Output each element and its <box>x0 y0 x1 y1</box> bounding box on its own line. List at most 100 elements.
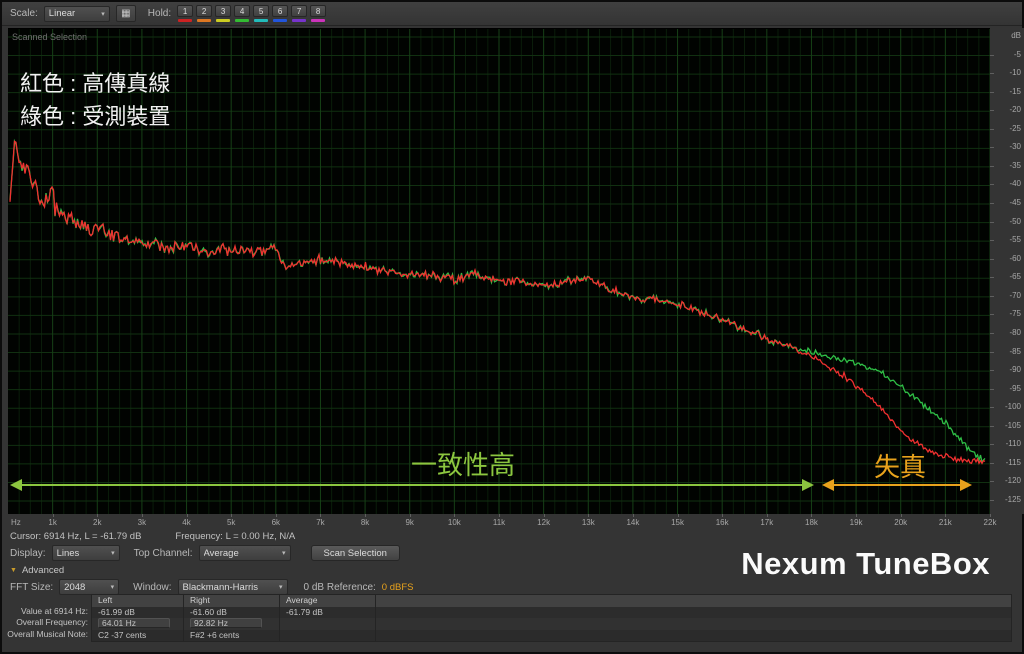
fft-size-dropdown[interactable]: 2048 ▾ <box>59 579 120 595</box>
hold-button-3[interactable]: 3 <box>215 5 232 22</box>
scanned-selection-label: Scanned Selection <box>12 32 87 42</box>
db-tick-label: -125 <box>1004 495 1021 504</box>
spectrum-display[interactable]: 一致性高 失真 紅色 : 高傳真線 綠色 : 受測裝置 Scanned Sele… <box>8 28 990 515</box>
db-tick-label: -50 <box>1009 216 1021 226</box>
display-dropdown[interactable]: Lines ▾ <box>51 545 120 561</box>
db-tick-mark <box>990 462 994 464</box>
status-bar: Cursor: 6914 Hz, L = -61.79 dB Frequency… <box>2 530 1022 543</box>
freq-tick-mark <box>990 514 991 517</box>
freq-tick-label: 16k <box>715 518 729 527</box>
hold-button-7[interactable]: 7 <box>291 5 308 22</box>
toolbar: Scale: Linear ▾ ▦ Hold: 12345678 <box>2 2 1022 26</box>
db-tick-label: -5 <box>1013 49 1021 59</box>
db-tick-mark <box>990 295 994 297</box>
freq-tick-mark <box>231 514 233 517</box>
consistency-label: 一致性高 <box>411 450 515 480</box>
hold-button-4[interactable]: 4 <box>234 5 251 22</box>
db-tick-label: -90 <box>1009 365 1021 375</box>
db-tick-label: -70 <box>1009 290 1021 300</box>
freq-tick-label: 20k <box>894 518 908 527</box>
freq-tick-label: 21k <box>938 518 952 527</box>
reference-value: 0 dBFS <box>381 581 414 593</box>
frequency-average <box>280 618 376 630</box>
freq-tick-mark <box>945 514 947 517</box>
db-tick-label: -35 <box>1009 160 1021 170</box>
red-curve <box>9 140 986 465</box>
green-curve <box>9 138 986 464</box>
freq-tick-label: 8k <box>360 518 370 527</box>
legend-red-label: 紅色 : 高傳真線 <box>20 71 170 96</box>
hold-button-2[interactable]: 2 <box>196 5 213 22</box>
db-tick-label: -105 <box>1004 420 1021 430</box>
frequency-left: 64.01 Hz <box>98 618 170 628</box>
scan-selection-button[interactable]: Scan Selection <box>310 545 400 561</box>
freq-tick-mark <box>811 514 813 517</box>
hold-buttons: 12345678 <box>177 5 327 22</box>
freq-tick-label: 6k <box>271 518 281 527</box>
distortion-label: 失真 <box>874 452 926 482</box>
db-tick-mark <box>990 277 994 279</box>
freq-tick-label: 7k <box>316 518 325 527</box>
spectrum-plot[interactable]: 一致性高 失真 紅色 : 高傳真線 綠色 : 受測裝置 Scanned Sele… <box>8 29 990 515</box>
hold-button-6[interactable]: 6 <box>272 5 289 22</box>
disclosure-triangle-icon: ▼ <box>10 566 17 574</box>
hold-panel-button[interactable]: ▦ <box>115 5 136 22</box>
db-axis: dB -5 -10 -15 -20 -25 -30 -35 -40 -45 -50 -55 -60 -65… <box>990 28 1024 514</box>
row-label-frequency: Overall Frequency: <box>16 617 88 627</box>
db-tick-label: -45 <box>1009 198 1021 208</box>
distortion-arrowhead-right <box>960 479 972 491</box>
grid-icon: ▦ <box>121 8 131 19</box>
col-header-average: Average <box>280 595 376 607</box>
freq-tick-mark <box>588 514 590 517</box>
window-dropdown[interactable]: Blackmann-Harris ▾ <box>177 579 288 595</box>
table-row: -61.99 dB -61.60 dB -61.79 dB <box>92 606 1011 618</box>
db-tick-mark <box>990 258 994 260</box>
frequency-right: 92.82 Hz <box>190 618 262 628</box>
db-tick-mark <box>990 165 994 167</box>
frequency-readout: Frequency: L = 0.00 Hz, N/A <box>175 531 296 542</box>
db-tick-label: -110 <box>1005 439 1021 449</box>
db-tick-label: -30 <box>1009 142 1021 152</box>
hold-button-8[interactable]: 8 <box>310 5 327 22</box>
dropdown-arrow-icon: ▾ <box>279 584 283 591</box>
db-tick-label: -60 <box>1009 253 1021 263</box>
grid-lines <box>8 29 990 515</box>
db-tick-mark <box>990 370 994 372</box>
top-channel-dropdown[interactable]: Average ▾ <box>198 545 291 561</box>
reference-label: 0 dB Reference: <box>303 581 376 593</box>
freq-tick-mark <box>141 514 143 517</box>
scale-dropdown[interactable]: Linear ▾ <box>43 5 110 22</box>
db-tick-label: dB <box>1011 31 1021 40</box>
freq-tick-mark <box>275 514 277 517</box>
dropdown-arrow-icon: ▾ <box>110 584 115 591</box>
db-tick-mark <box>990 314 994 316</box>
db-tick-label: -85 <box>1009 346 1021 356</box>
db-tick-label: -115 <box>1005 457 1021 467</box>
db-tick-mark <box>990 73 994 75</box>
stats-header-row: Left Right Average <box>92 595 1011 607</box>
freq-tick-label: 15k <box>671 518 684 527</box>
db-tick-label: -15 <box>1009 86 1021 96</box>
db-tick-label: -65 <box>1009 272 1021 282</box>
stats-table: Value at 6914 Hz: Overall Frequency: Ove… <box>4 594 1012 642</box>
freq-tick-label: 19k <box>849 518 863 527</box>
db-tick-mark <box>990 388 994 390</box>
db-tick-label: -100 <box>1004 402 1021 412</box>
db-tick-label: -40 <box>1009 179 1021 189</box>
row-label-value: Value at 6914 Hz: <box>21 605 88 616</box>
fft-size-value: 2048 <box>64 581 86 593</box>
db-tick-mark <box>990 444 994 446</box>
freq-tick-label: 14k <box>626 518 640 527</box>
db-tick-label: -20 <box>1009 105 1021 115</box>
hold-button-1[interactable]: 1 <box>177 5 194 22</box>
stats-grid: Left Right Average -61.99 dB -61.60 dB -… <box>91 594 1012 642</box>
db-tick-mark <box>990 128 994 130</box>
display-label: Display: <box>10 547 46 559</box>
db-tick-mark <box>990 351 994 353</box>
db-tick-mark <box>990 425 994 427</box>
watermark-text: Nexum TuneBox <box>741 546 990 581</box>
hold-button-5[interactable]: 5 <box>253 5 270 22</box>
row-label-note: Overall Musical Note: <box>7 628 88 639</box>
table-row: C2 -37 cents F#2 +6 cents <box>92 629 1011 641</box>
col-header-left: Left <box>92 595 184 607</box>
